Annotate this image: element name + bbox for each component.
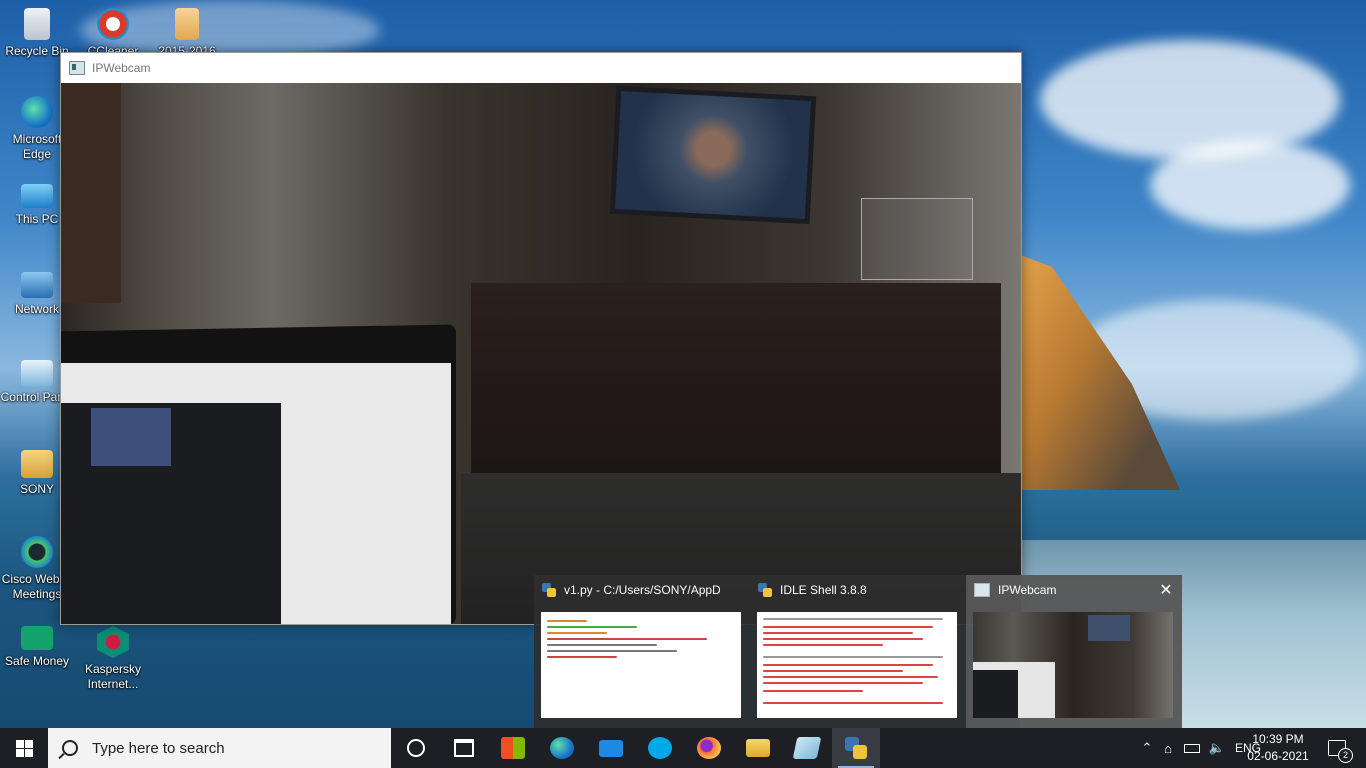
preview-thumbnail bbox=[757, 612, 957, 718]
clock[interactable]: 10:39 PM 02-06-2021 bbox=[1238, 731, 1318, 765]
close-icon[interactable]: ✕ bbox=[1158, 583, 1174, 599]
preview-idle-shell[interactable]: IDLE Shell 3.8.8 bbox=[750, 575, 966, 728]
safe-money-icon bbox=[21, 626, 53, 650]
taskbar-skype[interactable] bbox=[636, 728, 684, 768]
clock-date: 02-06-2021 bbox=[1247, 749, 1309, 763]
clock-time: 10:39 PM bbox=[1252, 732, 1304, 746]
window-title-bar[interactable]: IPWebcam bbox=[61, 53, 1021, 83]
taskbar: Type here to search ⌃ ⌂ 🔈 ENG 10:39 PM 0… bbox=[0, 728, 1366, 768]
webex-icon bbox=[21, 536, 53, 568]
battery-icon[interactable] bbox=[1180, 743, 1204, 753]
taskbar-firefox[interactable] bbox=[685, 728, 733, 768]
preview-ipwebcam[interactable]: IPWebcam ✕ bbox=[966, 575, 1182, 728]
user-folder-icon bbox=[21, 450, 53, 478]
python-icon bbox=[542, 583, 556, 597]
taskbar-notepad[interactable] bbox=[783, 728, 831, 768]
edge-icon bbox=[21, 96, 53, 128]
preview-thumbnail bbox=[541, 612, 741, 718]
skype-icon bbox=[648, 737, 672, 759]
preview-thumbnail bbox=[973, 612, 1173, 718]
cortana-button[interactable] bbox=[392, 728, 440, 768]
start-button[interactable] bbox=[0, 728, 48, 768]
preview-title: IDLE Shell 3.8.8 bbox=[780, 583, 867, 597]
preview-title: v1.py - C:/Users/SONY/AppDat... bbox=[564, 583, 720, 597]
firefox-icon bbox=[697, 737, 721, 759]
desktop-icon-kaspersky[interactable]: Kaspersky Internet... bbox=[76, 626, 150, 692]
network-tray-icon[interactable]: ⌂ bbox=[1156, 741, 1180, 756]
search-placeholder: Type here to search bbox=[92, 739, 225, 757]
taskbar-store[interactable] bbox=[489, 728, 537, 768]
notifications-button[interactable]: 2 bbox=[1322, 728, 1353, 768]
notification-count: 2 bbox=[1338, 748, 1353, 763]
taskbar-file-explorer[interactable] bbox=[734, 728, 782, 768]
kaspersky-icon bbox=[97, 626, 129, 658]
mail-icon bbox=[599, 739, 623, 757]
ipwebcam-window[interactable]: IPWebcam bbox=[60, 52, 1022, 625]
windows-logo-icon bbox=[15, 739, 33, 757]
document-icon bbox=[175, 8, 199, 40]
ccleaner-icon bbox=[97, 8, 129, 40]
task-view-button[interactable] bbox=[440, 728, 488, 768]
task-view-icon bbox=[454, 739, 474, 757]
store-icon bbox=[501, 737, 525, 759]
taskbar-python[interactable] bbox=[832, 728, 880, 768]
notepad-icon bbox=[792, 737, 822, 759]
taskbar-preview-popup: v1.py - C:/Users/SONY/AppDat... IDLE She… bbox=[534, 575, 1182, 728]
recycle-bin-icon bbox=[24, 8, 50, 40]
webcam-app-icon bbox=[974, 583, 990, 597]
cortana-icon bbox=[407, 739, 425, 757]
search-icon bbox=[62, 740, 78, 756]
network-icon bbox=[21, 272, 53, 298]
preview-title: IPWebcam bbox=[998, 583, 1057, 597]
volume-icon[interactable]: 🔈 bbox=[1204, 740, 1230, 756]
taskbar-mail[interactable] bbox=[587, 728, 635, 768]
notification-icon: 2 bbox=[1328, 740, 1353, 763]
webcam-app-icon bbox=[69, 61, 85, 75]
control-panel-icon bbox=[21, 360, 53, 386]
taskbar-edge[interactable] bbox=[538, 728, 586, 768]
python-icon bbox=[758, 583, 772, 597]
desktop-icon-safe-money[interactable]: Safe Money bbox=[0, 626, 74, 669]
preview-v1-py[interactable]: v1.py - C:/Users/SONY/AppDat... bbox=[534, 575, 750, 728]
webcam-feed bbox=[61, 83, 1021, 624]
file-explorer-icon bbox=[746, 739, 770, 757]
chevron-up-icon[interactable]: ⌃ bbox=[1138, 740, 1156, 756]
window-title: IPWebcam bbox=[92, 61, 151, 75]
edge-icon bbox=[550, 737, 574, 759]
computer-icon bbox=[21, 184, 53, 208]
search-box[interactable]: Type here to search bbox=[48, 728, 391, 768]
python-icon bbox=[845, 737, 867, 759]
